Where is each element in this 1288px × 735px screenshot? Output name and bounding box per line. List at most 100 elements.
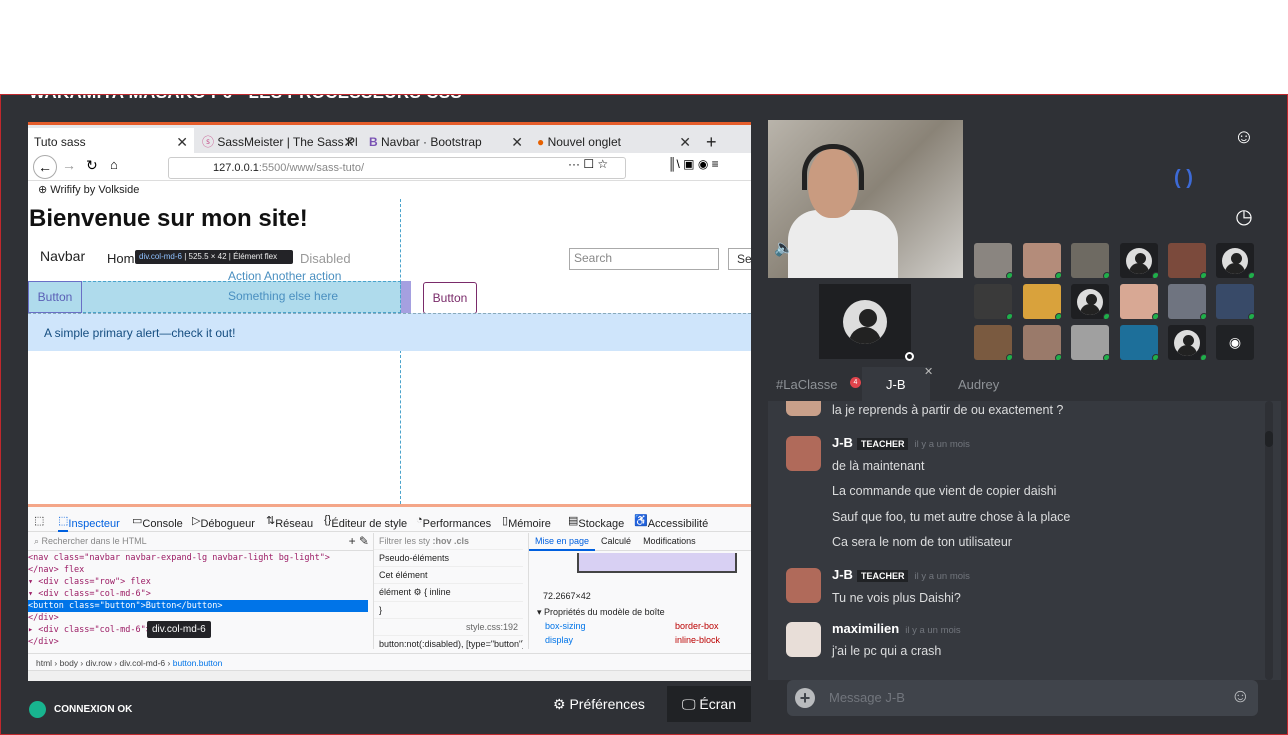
tab-audrey[interactable]: Audrey: [958, 377, 999, 392]
tab-memoire[interactable]: ▯ Mémoire: [502, 514, 551, 530]
tree-node[interactable]: <nav class="navbar navbar-expand-lg navb…: [28, 552, 368, 564]
eye-icon[interactable]: ◉: [1216, 325, 1254, 360]
participant-tile[interactable]: [1120, 325, 1158, 360]
participant-tile[interactable]: [1071, 284, 1109, 319]
tab-debogueur[interactable]: ▷ Débogueur: [192, 514, 255, 530]
bookmark-item[interactable]: Wrifify by Volkside: [50, 184, 139, 196]
close-icon[interactable]: ✕: [924, 365, 933, 378]
add-attachment-icon[interactable]: +: [795, 688, 815, 708]
close-icon[interactable]: ✕: [343, 128, 355, 156]
tab-stockage[interactable]: ▤ Stockage: [568, 514, 624, 530]
tab-jb[interactable]: J-B: [862, 367, 930, 401]
rule-source[interactable]: style.css:192: [374, 619, 523, 636]
search-input[interactable]: Search: [569, 248, 719, 270]
message-author[interactable]: J-B TEACHER il y a un mois: [832, 567, 970, 582]
participant-tile[interactable]: [1120, 284, 1158, 319]
tab-mise-en-page[interactable]: Mise en page: [529, 533, 596, 551]
horizontal-scrollbar[interactable]: [28, 670, 751, 681]
participant-tile[interactable]: [1168, 325, 1206, 360]
clock-icon[interactable]: ◷: [1230, 203, 1258, 231]
headphones-shape: [802, 144, 864, 190]
unread-badge: 4: [850, 377, 861, 388]
video-main[interactable]: 🔈: [768, 120, 963, 278]
tab-modifications[interactable]: Modifications: [637, 533, 702, 549]
url-input[interactable]: 127.0.0.1:5500/www/sass-tuto/: [168, 157, 626, 179]
tree-node[interactable]: </nav> flex: [28, 564, 368, 576]
participant-tile[interactable]: [1071, 325, 1109, 360]
avatar[interactable]: [786, 622, 821, 657]
box-props-title[interactable]: ▾ Propriétés du modèle de boîte: [537, 607, 665, 618]
close-icon[interactable]: ✕: [511, 128, 523, 156]
crumb-html[interactable]: html: [36, 658, 52, 668]
participant-tile[interactable]: [1023, 243, 1061, 278]
preferences-button[interactable]: ⚙ Préférences: [553, 696, 645, 713]
html-search-input[interactable]: ⌕ Rechercher dans le HTML + ✎: [28, 533, 373, 551]
crumb-col[interactable]: div.col-md-6: [119, 658, 165, 668]
message-text: La commande que vient de copier daishi: [832, 484, 1057, 498]
pick-element-icon[interactable]: ⬚: [34, 514, 44, 527]
self-camera[interactable]: [819, 284, 911, 359]
rules-filter[interactable]: Filtrer les sty :hov .cls: [374, 533, 523, 550]
avatar[interactable]: [786, 436, 821, 471]
participant-tile[interactable]: [1023, 325, 1061, 360]
shared-screen[interactable]: Tuto sass ✕ ⓢ SassMeister | The Sass Pl ✕ …: [28, 122, 751, 681]
home-icon[interactable]: ⌂: [110, 157, 118, 172]
tab-console[interactable]: ▭ Console: [132, 514, 183, 530]
devtools-toolbar: ⬚ ⬚ Inspecteur ▭ Console ▷ Débogueur ⇅ R…: [28, 510, 751, 532]
rule-line[interactable]: élément ⚙ { inline: [374, 584, 523, 602]
tab-laclasse[interactable]: #LaClasse 4: [776, 377, 861, 392]
tree-node[interactable]: ▾ <div class="row"> flex: [28, 576, 368, 588]
forward-icon[interactable]: →: [62, 157, 76, 173]
tab-calcule[interactable]: Calculé: [595, 533, 637, 549]
emoji-picker-icon[interactable]: ☺: [1231, 686, 1250, 708]
participant-tile[interactable]: [1023, 284, 1061, 319]
participant-tile[interactable]: [974, 325, 1012, 360]
screen-button[interactable]: 🖵 Écran: [667, 686, 751, 722]
message-text: Sauf que foo, tu met autre chose à la pl…: [832, 510, 1071, 524]
close-icon[interactable]: ✕: [679, 128, 691, 156]
message-author[interactable]: maximilien il y a un mois: [832, 621, 961, 636]
tab-reseau[interactable]: ⇅ Réseau: [266, 514, 313, 530]
tab-sassmeister[interactable]: ⓢ SassMeister | The Sass Pl ✕: [196, 128, 361, 156]
avatar[interactable]: [786, 568, 821, 603]
rule-pseudo[interactable]: Pseudo-éléments: [374, 550, 523, 567]
participant-tile[interactable]: [974, 284, 1012, 319]
crumb-body[interactable]: body: [60, 658, 78, 668]
tab-inspecteur[interactable]: ⬚ Inspecteur: [58, 514, 120, 532]
tab-performances[interactable]: ◔ Performances: [416, 514, 491, 530]
add-node-icon[interactable]: + ✎: [349, 534, 369, 548]
tree-node[interactable]: ▾ <div class="col-md-6">: [28, 588, 368, 600]
page-button-1[interactable]: Button: [28, 281, 82, 313]
participant-tile[interactable]: [974, 243, 1012, 278]
back-icon[interactable]: ←: [33, 155, 57, 179]
participant-tile[interactable]: [1071, 243, 1109, 278]
more-icon[interactable]: ··· ☐ ☆: [568, 157, 608, 171]
page-button-2[interactable]: Button: [423, 282, 477, 314]
tree-node-selected[interactable]: <button class="button">Button</button>: [28, 600, 368, 612]
participant-tile[interactable]: [1216, 243, 1254, 278]
search-button[interactable]: Se: [728, 248, 751, 270]
participant-tile[interactable]: [1168, 243, 1206, 278]
new-tab-icon[interactable]: +: [700, 128, 730, 156]
chat-scrollbar[interactable]: [1265, 401, 1273, 680]
tab-navbar-bootstrap[interactable]: B Navbar · Bootstrap ✕: [363, 128, 529, 156]
tab-tuto-sass[interactable]: Tuto sass ✕: [28, 128, 194, 156]
reload-icon[interactable]: ↻: [86, 157, 98, 174]
participant-tile[interactable]: [1216, 284, 1254, 319]
crumb-row[interactable]: div.row: [86, 658, 112, 668]
close-icon[interactable]: ✕: [176, 128, 188, 156]
message-input[interactable]: + Message J-B ☺: [787, 680, 1258, 716]
crumb-button[interactable]: button.button: [173, 658, 223, 668]
tab-accessibilite[interactable]: ♿ Accessibilité: [634, 514, 708, 530]
participant-tile[interactable]: [1120, 243, 1158, 278]
tab-nouvel-onglet[interactable]: ● Nouvel onglet ✕: [531, 128, 697, 156]
emoji-icon[interactable]: ☺: [1230, 123, 1258, 151]
tab-editeur-style[interactable]: {} Éditeur de style: [324, 514, 407, 530]
participant-tile[interactable]: [1168, 284, 1206, 319]
message-author[interactable]: J-B TEACHER il y a un mois: [832, 435, 970, 450]
avatar[interactable]: [786, 401, 821, 416]
dropdown-item-something-else[interactable]: Something else here: [228, 289, 338, 303]
navbar-brand[interactable]: Navbar: [40, 248, 85, 264]
speaker-icon[interactable]: 🔈: [774, 238, 794, 258]
library-icon[interactable]: ║\ ▣ ◉ ≡: [668, 157, 719, 171]
